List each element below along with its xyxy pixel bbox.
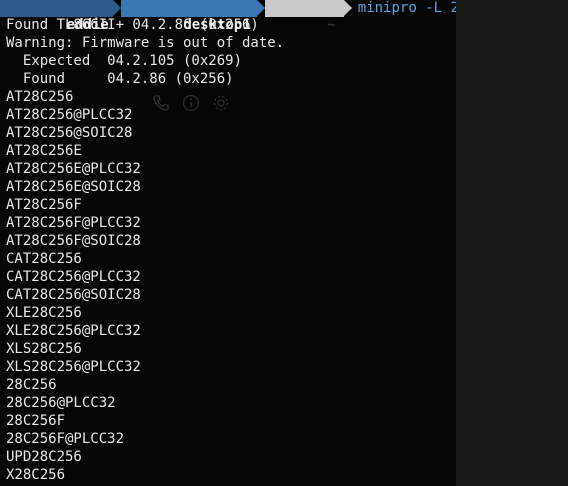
phone-icon [152, 94, 170, 112]
terminal-output: Found TL866II+ 04.2.86 (0x256) Warning: … [6, 16, 284, 484]
output-line: AT28C256F [6, 197, 82, 213]
overlay-icons [152, 94, 230, 112]
output-line: AT28C256E@PLCC32 [6, 161, 141, 177]
output-line: Expected 04.2.105 (0x269) [6, 53, 243, 69]
output-line: CAT28C256@PLCC32 [6, 269, 141, 285]
output-line: XLS28C256@PLCC32 [6, 359, 141, 375]
info-icon [182, 94, 200, 112]
output-line: AT28C256F@SOIC28 [6, 233, 141, 249]
output-line: CAT28C256@SOIC28 [6, 287, 141, 303]
output-line: XLE28C256@PLCC32 [6, 323, 141, 339]
prompt-separator [112, 0, 121, 16]
terminal-window[interactable]: eddie desktop1 ~ minipro -L 28C256 Found… [0, 0, 456, 486]
output-line: 28C256@PLCC32 [6, 395, 116, 411]
output-line: AT28C256@PLCC32 [6, 107, 133, 123]
output-line: XLE28C256 [6, 305, 82, 321]
output-line: AT28C256E [6, 143, 82, 159]
prompt-user-segment: eddie [0, 0, 121, 33]
output-line: 28C256F [6, 413, 66, 429]
output-line: Warning: Firmware is out of date. [6, 35, 285, 51]
output-line: AT28C256F@PLCC32 [6, 215, 141, 231]
prompt-directory-segment: desktop1 [120, 0, 265, 33]
output-line: 28C256F@PLCC32 [6, 431, 125, 447]
output-line: AT28C256E@SOIC28 [6, 179, 141, 195]
prompt-home-segment: ~ [264, 0, 352, 33]
output-line: Found 04.2.86 (0x256) [6, 71, 234, 87]
settings-icon [212, 94, 230, 112]
prompt-command: minipro -L 28C256 [357, 0, 456, 16]
prompt-home: ~ [327, 17, 336, 33]
output-line: UPD28C256 [6, 449, 82, 465]
output-line: X28C256 [6, 467, 66, 483]
side-panel [456, 0, 568, 486]
output-line: CAT28C256 [6, 251, 82, 267]
prompt-separator [343, 0, 352, 16]
output-line: AT28C256 [6, 89, 74, 105]
shell-prompt: eddie desktop1 ~ minipro -L 28C256 [0, 0, 456, 33]
output-line: AT28C256@SOIC28 [6, 125, 133, 141]
output-line: 28C256 [6, 377, 57, 393]
output-line: XLS28C256 [6, 341, 82, 357]
output-line: Found TL866II+ 04.2.86 (0x256) [6, 17, 259, 33]
prompt-separator [256, 0, 265, 16]
